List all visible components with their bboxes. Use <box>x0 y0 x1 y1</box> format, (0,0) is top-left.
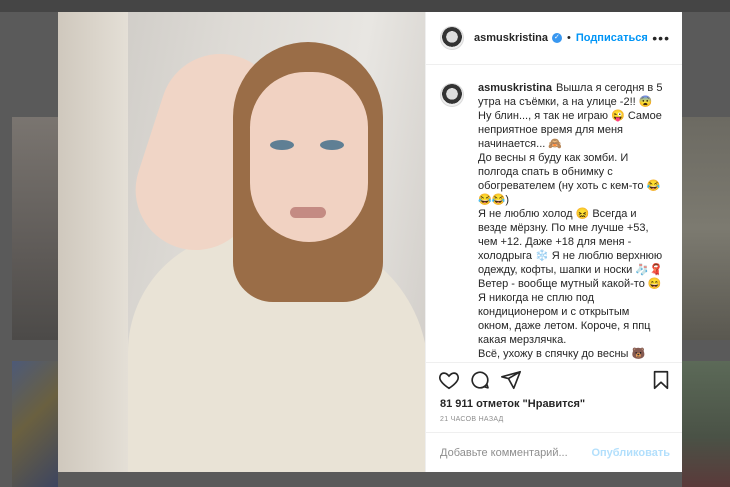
background-grid-thumbnail[interactable] <box>682 361 730 487</box>
caption-line: окном, даже летом. Короче, я ппц <box>478 320 651 332</box>
post-actions <box>426 362 682 396</box>
caption-line: Я никогда не сплю под <box>478 292 595 304</box>
background-grid-thumbnail[interactable] <box>12 361 58 487</box>
caption-line: какая мерзлячка. <box>478 334 567 346</box>
separator-dot: • <box>566 32 571 44</box>
caption-line: везде мёрзну. По мне лучше +53, <box>478 222 649 234</box>
caption-line: Ну блин..., я так не играю 😜 Самое <box>478 110 662 122</box>
caption-username[interactable]: asmuskristina <box>478 82 552 94</box>
bookmark-icon[interactable] <box>650 369 672 391</box>
caption-line: 😂😂) <box>478 194 510 206</box>
caption-line: Я не люблю холод 😖 Всегда и <box>478 208 637 220</box>
publish-button[interactable]: Опубликовать <box>591 447 670 459</box>
post-timestamp[interactable]: 21 ЧАСОВ НАЗАД <box>426 412 682 432</box>
post-side-panel: asmuskristina ✓ • Подписаться ••• asmusk… <box>425 12 682 472</box>
caption-line: холодрыга ❄️ Я не люблю верхнюю <box>478 250 663 262</box>
caption-line: одежду, кофты, шапки и носки 🧦🧣 <box>478 264 663 276</box>
share-icon[interactable] <box>500 369 522 391</box>
comment-form: Опубликовать <box>426 432 682 472</box>
follow-button[interactable]: Подписаться <box>576 32 648 44</box>
more-options-icon[interactable]: ••• <box>652 30 670 46</box>
caption-line: Вышла я сегодня в 5 <box>555 82 663 94</box>
post-header: asmuskristina ✓ • Подписаться ••• <box>426 12 682 65</box>
photo-eye-right <box>320 140 344 150</box>
post-modal: asmuskristina ✓ • Подписаться ••• asmusk… <box>58 12 682 472</box>
likes-count[interactable]: 81 911 отметок "Нравится" <box>426 396 682 412</box>
caption-line: До весны я буду как зомби. И <box>478 152 629 164</box>
avatar[interactable] <box>440 83 464 107</box>
background-grid-thumbnail[interactable] <box>12 117 58 340</box>
photo-lips <box>290 207 326 218</box>
background-grid-thumbnail[interactable] <box>682 117 730 340</box>
caption-line: утра на съёмки, а на улице -2!! 😨 <box>478 96 653 108</box>
photo-background-door <box>58 12 128 472</box>
comment-icon[interactable] <box>469 369 491 391</box>
caption-line: полгода спать в обнимку с <box>478 166 613 178</box>
caption-area: asmuskristina Вышла я сегодня в 5 утра на… <box>426 65 682 362</box>
caption-text: asmuskristina Вышла я сегодня в 5 утра на… <box>478 81 663 362</box>
verified-badge-icon: ✓ <box>551 33 562 43</box>
caption-line: обогревателем (ну хоть с кем-то 😂 <box>478 180 661 192</box>
background-top-strip <box>0 0 730 12</box>
heart-icon[interactable] <box>438 369 460 391</box>
caption-line: неприятное время для меня <box>478 124 623 136</box>
post-photo[interactable] <box>58 12 425 472</box>
comment-input[interactable] <box>440 446 592 459</box>
caption-line: начинается... 🙈 <box>478 138 563 150</box>
header-username[interactable]: asmuskristina <box>474 32 548 44</box>
avatar[interactable] <box>440 26 464 50</box>
caption-line: Всё, ухожу в спячку до весны 🐻 <box>478 348 646 360</box>
caption-line: кондиционером и с открытым <box>478 306 630 318</box>
caption-line: Ветер - вообще мутный какой-то 😄 <box>478 278 662 290</box>
caption-line: чем +12. Даже +18 для меня - <box>478 236 632 248</box>
photo-eye-left <box>270 140 294 150</box>
